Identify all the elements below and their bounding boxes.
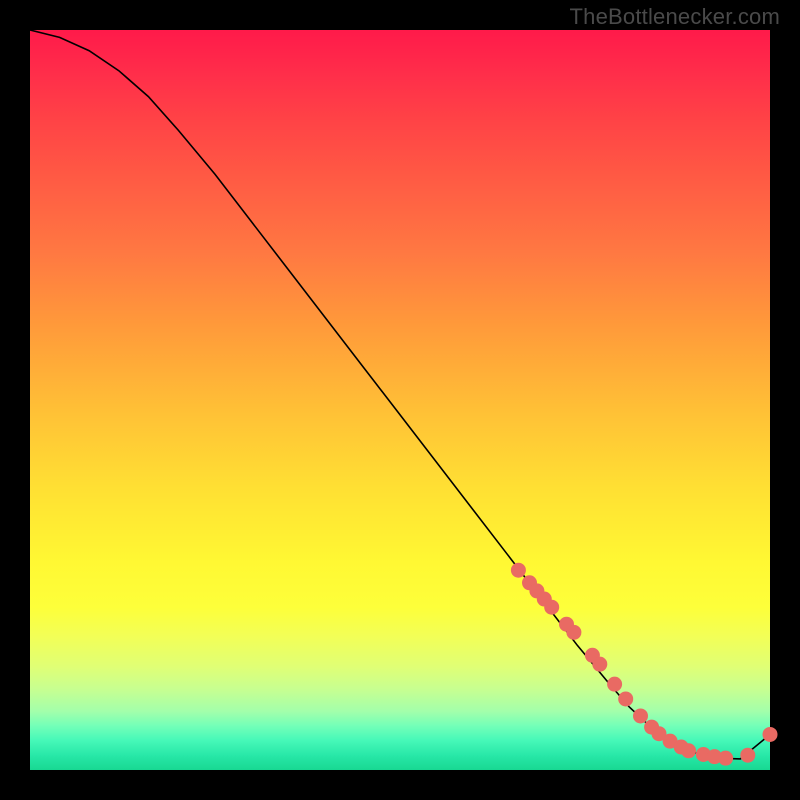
highlight-dot	[618, 691, 633, 706]
highlight-dot	[718, 751, 733, 766]
curve-line	[30, 30, 770, 759]
highlight-dot	[544, 600, 559, 615]
highlight-dots	[511, 563, 778, 766]
highlight-dot	[681, 743, 696, 758]
chart-svg	[30, 30, 770, 770]
highlight-dot	[763, 727, 778, 742]
highlight-dot	[607, 677, 622, 692]
highlight-dot	[740, 748, 755, 763]
highlight-dot	[633, 708, 648, 723]
highlight-dot	[592, 657, 607, 672]
highlight-dot	[566, 625, 581, 640]
highlight-dot	[511, 563, 526, 578]
plot-area	[30, 30, 770, 770]
attribution-text: TheBottlenecker.com	[570, 4, 780, 30]
